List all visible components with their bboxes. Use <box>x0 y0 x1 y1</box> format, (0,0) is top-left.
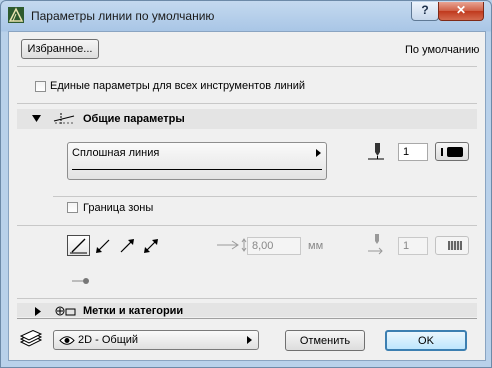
arrow-size-icon <box>217 238 247 252</box>
pen-number-input[interactable]: 1 <box>398 143 428 161</box>
general-panel-title: Общие параметры <box>83 113 185 125</box>
no-arrowhead-button[interactable] <box>67 235 90 256</box>
pen-pattern-swatch <box>448 241 462 250</box>
arrow-pen-input[interactable]: 1 <box>398 237 428 255</box>
line-type-selector[interactable]: Сплошная линия <box>67 142 327 180</box>
favorites-button[interactable]: Избранное... <box>21 39 99 59</box>
zone-border-label: Граница зоны <box>83 202 154 214</box>
arrow-size-unit: мм <box>308 240 324 252</box>
divider <box>17 298 477 299</box>
help-button[interactable]: ? <box>411 2 439 21</box>
close-button[interactable]: ✕ <box>438 2 484 21</box>
line-tool-icon <box>53 113 75 125</box>
collapsed-triangle-icon[interactable] <box>35 307 41 316</box>
pen-color-swatch <box>447 147 463 157</box>
divider <box>17 103 477 104</box>
layer-value: 2D - Общий <box>78 334 139 346</box>
uniform-params-label: Единые параметры для всех инструментов л… <box>50 80 306 92</box>
divider <box>53 196 477 197</box>
tags-panel-title: Метки и категории <box>83 305 184 317</box>
uniform-params-checkbox[interactable] <box>35 81 46 92</box>
pen-weight-icon <box>441 148 443 156</box>
divider <box>17 66 477 67</box>
archicad-app-icon <box>8 7 24 23</box>
arrow-pen-color-button[interactable] <box>435 236 469 255</box>
arrow-end-icon[interactable] <box>117 236 137 256</box>
eye-icon <box>59 336 75 345</box>
dialog-window: Параметры линии по умолчанию ? ✕ Избранн… <box>0 0 492 368</box>
ok-button[interactable]: OK <box>385 330 467 351</box>
divider <box>17 225 477 226</box>
layer-selector[interactable]: 2D - Общий <box>53 330 259 350</box>
zone-border-checkbox[interactable] <box>67 202 78 213</box>
pen-color-button[interactable] <box>435 142 469 161</box>
tags-icon <box>55 306 76 316</box>
cancel-button[interactable]: Отменить <box>285 330 365 351</box>
expanded-triangle-icon[interactable] <box>32 115 41 122</box>
layers-icon <box>19 330 43 347</box>
line-type-value: Сплошная линия <box>72 147 160 159</box>
arrow-both-icon[interactable] <box>141 236 161 256</box>
dialog-client-area: Избранное... По умолчанию Единые парамет… <box>8 31 486 361</box>
endpoint-marker-icon <box>72 278 89 284</box>
line-preview <box>72 169 322 170</box>
default-label: По умолчанию <box>405 44 480 56</box>
window-title: Параметры линии по умолчанию <box>31 9 215 23</box>
submenu-arrow-icon <box>247 336 252 344</box>
submenu-arrow-icon <box>316 149 321 157</box>
arrow-start-icon[interactable] <box>93 236 113 256</box>
arrow-size-input[interactable]: 8,00 <box>247 237 301 255</box>
pen-icon <box>368 143 384 160</box>
divider <box>17 318 477 319</box>
title-bar: Параметры линии по умолчанию ? ✕ <box>1 1 491 31</box>
plain-line-icon <box>70 238 87 254</box>
arrow-pen-icon <box>368 234 383 255</box>
